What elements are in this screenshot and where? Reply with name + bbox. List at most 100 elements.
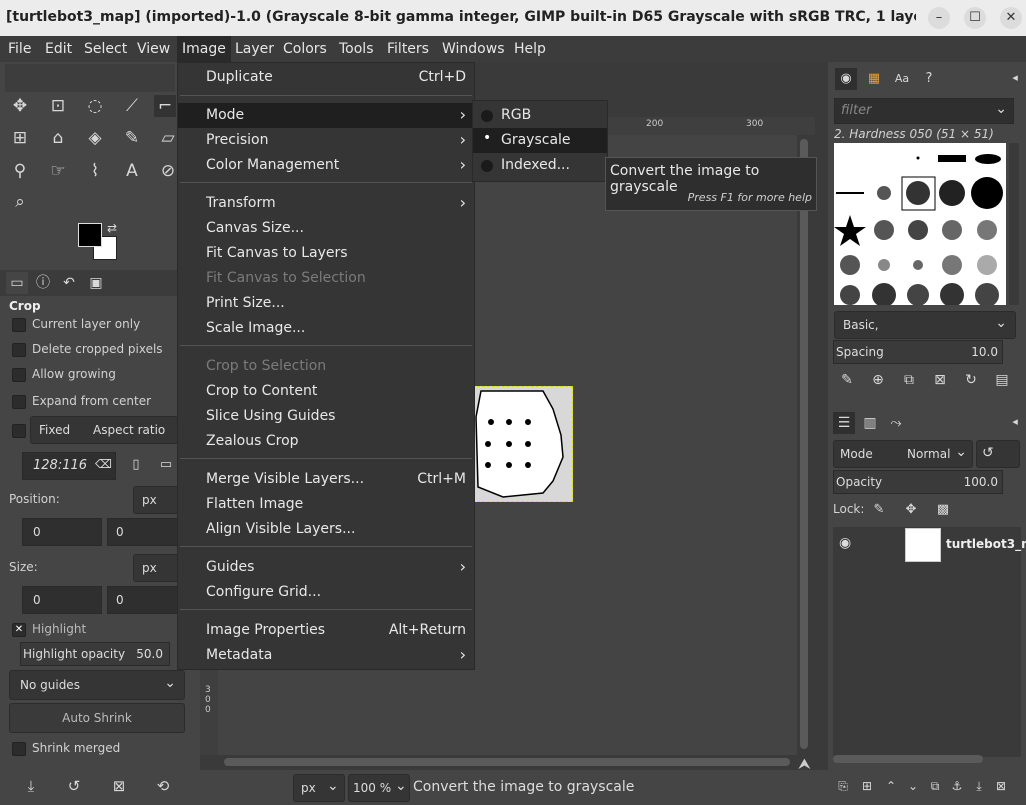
- position-y-field[interactable]: 0: [107, 518, 179, 546]
- layers-scrollbar[interactable]: [833, 755, 983, 763]
- brush-grid[interactable]: [834, 143, 1006, 307]
- restore-options-icon[interactable]: ↺: [63, 775, 85, 797]
- menu-edit[interactable]: Edit: [45, 41, 72, 57]
- close-button[interactable]: ✕: [1000, 7, 1022, 29]
- layer-opacity-slider[interactable]: Opacity 100.0: [833, 470, 1003, 494]
- new-layer-icon[interactable]: ⊞: [856, 775, 878, 797]
- save-options-icon[interactable]: ⤓: [20, 775, 42, 797]
- tool-options-tab-icon[interactable]: ▭: [6, 272, 28, 294]
- duplicate-layer-icon[interactable]: ⧉: [924, 775, 946, 797]
- brush-filter-input[interactable]: filter ⌄: [834, 98, 1014, 124]
- eraser-icon[interactable]: ▱: [157, 127, 179, 149]
- clear-field-icon[interactable]: ⌫: [95, 457, 112, 471]
- brush-set-combo[interactable]: Basic, ⌄: [834, 311, 1016, 339]
- menu-item-metadata[interactable]: Metadata ›: [178, 643, 474, 668]
- reset-options-icon[interactable]: ⟲: [152, 775, 174, 797]
- clone-tool-icon[interactable]: ⚲: [9, 160, 31, 182]
- menu-item-transform[interactable]: Transform ›: [178, 191, 474, 216]
- current-layer-only-checkbox[interactable]: [12, 318, 26, 332]
- menu-file[interactable]: File: [8, 41, 31, 57]
- new-layer-group-icon[interactable]: ⎘: [832, 775, 854, 797]
- horizontal-scrollbar[interactable]: [218, 755, 798, 769]
- device-status-tab-icon[interactable]: ⓘ: [32, 272, 54, 294]
- anchor-layer-icon[interactable]: ⚓: [946, 775, 968, 797]
- menu-view[interactable]: View: [137, 41, 170, 57]
- menu-item-image-properties[interactable]: Image Properties Alt+Return: [178, 618, 474, 643]
- menu-windows[interactable]: Windows: [442, 41, 505, 57]
- menu-filters[interactable]: Filters: [387, 41, 429, 57]
- patterns-tab-icon[interactable]: ▦: [863, 68, 885, 90]
- zoom-combo[interactable]: 100 % ⌄: [348, 774, 410, 802]
- undo-history-tab-icon[interactable]: ↶: [58, 272, 80, 294]
- lock-position-icon[interactable]: ✥: [900, 499, 922, 521]
- size-x-field[interactable]: 0: [22, 586, 102, 614]
- menu-item-align-visible[interactable]: Align Visible Layers...: [178, 517, 474, 542]
- lasso-tool-icon[interactable]: ◌: [84, 95, 106, 117]
- vertical-scrollbar[interactable]: [797, 135, 811, 755]
- menu-item-fit-canvas-layers[interactable]: Fit Canvas to Layers: [178, 241, 474, 266]
- menu-help[interactable]: Help: [514, 41, 546, 57]
- maximize-button[interactable]: ☐: [964, 7, 986, 29]
- landscape-icon[interactable]: ▭: [155, 454, 177, 476]
- highlight-opacity-slider[interactable]: Highlight opacity 50.0: [20, 642, 170, 666]
- menu-item-guides[interactable]: Guides ›: [178, 555, 474, 580]
- fonts-tab-icon[interactable]: Aa: [891, 68, 913, 90]
- unit-combo[interactable]: px ⌄: [293, 774, 345, 802]
- menu-tools[interactable]: Tools: [339, 41, 374, 57]
- menu-item-duplicate[interactable]: Duplicate Ctrl+D: [178, 65, 474, 90]
- portrait-icon[interactable]: ▯: [125, 454, 147, 476]
- minimize-button[interactable]: –: [928, 7, 950, 29]
- expand-center-checkbox[interactable]: [12, 395, 26, 409]
- highlight-checkbox[interactable]: ✕: [12, 623, 26, 637]
- menu-item-merge-visible[interactable]: Merge Visible Layers... Ctrl+M: [178, 467, 474, 492]
- duplicate-brush-icon[interactable]: ⧉: [898, 369, 920, 391]
- delete-layer-icon[interactable]: ⊠: [990, 775, 1012, 797]
- delete-options-icon[interactable]: ⊠: [108, 775, 130, 797]
- menu-colors[interactable]: Colors: [283, 41, 327, 57]
- fuzzy-select-icon[interactable]: ⟋: [121, 95, 143, 117]
- menu-item-print-size[interactable]: Print Size...: [178, 291, 474, 316]
- warp-tool-icon[interactable]: ⌂: [47, 127, 69, 149]
- guides-combo[interactable]: No guides ⌄: [9, 670, 185, 700]
- vertical-scrollbar-thumb[interactable]: [800, 139, 808, 749]
- layer-row[interactable]: ◉ turtlebot3_m: [833, 527, 1026, 563]
- unified-transform-icon[interactable]: ⊞: [9, 127, 31, 149]
- image-canvas[interactable]: [472, 386, 573, 502]
- layers-tab-icon[interactable]: ☰: [833, 412, 855, 434]
- size-unit-combo[interactable]: px: [133, 554, 179, 582]
- shrink-merged-checkbox[interactable]: [12, 742, 26, 756]
- edit-brush-icon[interactable]: ✎: [836, 369, 858, 391]
- paths-tab-icon[interactable]: ⤳: [885, 412, 907, 434]
- open-brush-image-icon[interactable]: ▤: [991, 369, 1013, 391]
- bucket-fill-icon[interactable]: ◈: [84, 127, 106, 149]
- align-tool-icon[interactable]: ⊡: [47, 95, 69, 117]
- layers-menu-icon[interactable]: ◂: [1004, 411, 1026, 433]
- raise-layer-icon[interactable]: ⌃: [880, 775, 902, 797]
- horizontal-scrollbar-thumb[interactable]: [224, 758, 790, 766]
- smudge-tool-icon[interactable]: ☞: [47, 160, 69, 182]
- auto-shrink-button[interactable]: Auto Shrink: [9, 703, 185, 733]
- brushes-tab-icon[interactable]: ◉: [835, 68, 857, 90]
- menu-select[interactable]: Select: [84, 41, 127, 57]
- color-picker-icon[interactable]: ⊘: [157, 160, 179, 182]
- menu-item-canvas-size[interactable]: Canvas Size...: [178, 216, 474, 241]
- delete-brush-icon[interactable]: ⊠: [929, 369, 951, 391]
- move-tool-icon[interactable]: ✥: [9, 95, 31, 117]
- channels-tab-icon[interactable]: ▥: [859, 412, 881, 434]
- fixed-checkbox[interactable]: [12, 424, 26, 438]
- menu-image[interactable]: Image: [177, 36, 231, 62]
- delete-cropped-checkbox[interactable]: [12, 343, 26, 357]
- spacing-slider[interactable]: Spacing 10.0: [833, 340, 1003, 364]
- mode-item-grayscale[interactable]: • Grayscale: [473, 128, 607, 153]
- size-y-field[interactable]: 0: [107, 586, 179, 614]
- images-tab-icon[interactable]: ▣: [85, 272, 107, 294]
- position-x-field[interactable]: 0: [22, 518, 102, 546]
- menu-item-zealous-crop[interactable]: Zealous Crop: [178, 429, 474, 454]
- brush-grid-scrollbar[interactable]: [1009, 143, 1019, 305]
- menu-item-scale-image[interactable]: Scale Image...: [178, 316, 474, 341]
- foreground-color-swatch[interactable]: [78, 223, 102, 247]
- ratio-field[interactable]: 128:116 ⌫: [22, 452, 116, 480]
- composite-mode-combo[interactable]: ↺: [976, 440, 1020, 468]
- panel-menu-icon[interactable]: ◂: [1004, 67, 1026, 89]
- crop-tool-icon[interactable]: ⌐: [154, 95, 176, 117]
